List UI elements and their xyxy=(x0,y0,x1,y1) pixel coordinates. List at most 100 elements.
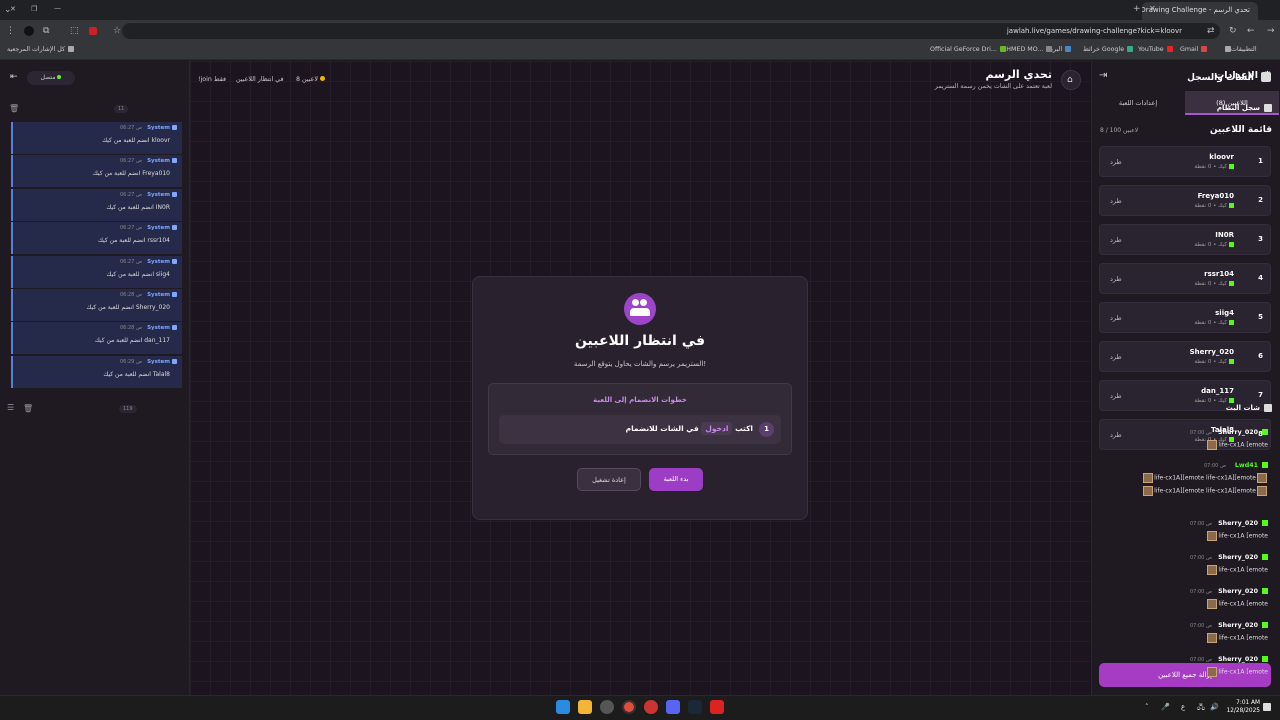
bookmark-star-icon[interactable]: ☆ xyxy=(113,27,121,36)
chat-time: 07:00 ص xyxy=(1189,589,1212,595)
kick-badge-icon xyxy=(1262,656,1268,662)
clock[interactable]: 7:01 AM 12/28/2025 xyxy=(1226,699,1260,715)
kick-button[interactable]: طرد xyxy=(1110,353,1122,361)
bookmark-gmail[interactable]: Gmail xyxy=(1180,46,1208,53)
bookmark-all[interactable]: كل الإشارات المرجعية xyxy=(7,46,75,53)
bookmark-ahmed[interactable]: AHMED MO... xyxy=(1002,46,1053,53)
step-text: اكتب ادخول في الشات للانضمام xyxy=(625,422,753,435)
profile-avatar[interactable] xyxy=(24,26,34,36)
settings-app-icon[interactable] xyxy=(600,700,614,714)
collapse-panel-icon[interactable]: ⇥ xyxy=(1099,70,1107,81)
connection-status: متصل xyxy=(27,71,75,85)
player-number: 5 xyxy=(1258,313,1263,321)
chat-username[interactable]: Sherry_020 xyxy=(1218,656,1258,663)
record-extension-icon[interactable] xyxy=(89,27,97,35)
filter-icon[interactable]: ☰ xyxy=(7,403,14,412)
tab-close-icon[interactable]: ✕ xyxy=(1149,5,1156,13)
chat-username[interactable]: Sherry_020 xyxy=(1218,588,1258,595)
window-minimize-icon[interactable]: — xyxy=(54,5,61,12)
reload-icon[interactable]: ↻ xyxy=(1229,27,1237,36)
players-count: 8 / 100 لاعبين xyxy=(1100,127,1139,134)
player-name: dan_117 xyxy=(1201,387,1234,395)
address-bar[interactable]: jawlah.live/games/drawing-challenge?kick… xyxy=(122,23,1220,39)
restart-button[interactable]: إعادة تشغيل xyxy=(577,468,641,491)
discord-icon[interactable] xyxy=(666,700,680,714)
kick-button[interactable]: طرد xyxy=(1110,197,1122,205)
file-explorer-icon[interactable] xyxy=(578,700,592,714)
extension-icon[interactable]: ⧉ xyxy=(43,27,49,36)
chat-message: Sherry_020 07:00 ص life-cx1A [emote xyxy=(1098,520,1268,544)
collapse-left-icon[interactable]: ⇤ xyxy=(10,72,18,82)
system-icon xyxy=(172,258,177,264)
start-game-button[interactable]: بدء اللعبة xyxy=(649,468,703,491)
chat-panel-title: الشات والسجل xyxy=(1187,73,1254,83)
kick-badge-icon xyxy=(1262,520,1268,526)
volume-icon[interactable]: 🔊 xyxy=(1210,703,1219,711)
browser-tab[interactable]: تحدي الرسم - Drawing Challenge xyxy=(1142,2,1258,20)
system-log-count: 11 xyxy=(114,105,129,113)
clear-chat-icon[interactable]: 🗑 xyxy=(23,404,33,413)
kick-button[interactable]: طرد xyxy=(1110,314,1122,322)
bookmark-maps[interactable]: خرائط Google xyxy=(1083,46,1134,53)
url-text: jawlah.live/games/drawing-challenge?kick… xyxy=(1006,27,1182,35)
site-info-icon[interactable]: ⇄ xyxy=(1207,27,1215,36)
network-icon[interactable]: 🖧 xyxy=(1197,703,1205,714)
extensions-icon[interactable]: ⬚ xyxy=(70,27,79,36)
system-log-entry: System 06:27 ص kloovr انضم للعبة من كيك xyxy=(11,122,182,154)
chat-username[interactable]: Sherry_020 xyxy=(1218,429,1258,436)
chat-message: Sherry_020 07:00 ص life-cx1A [emote xyxy=(1098,429,1268,453)
player-card: 1 kloovr كيك • 0 نقطة طرد xyxy=(1099,146,1271,177)
tray-chevron-icon[interactable]: ˄ xyxy=(1145,703,1149,711)
emote-image xyxy=(1207,531,1218,541)
chat-username[interactable]: Sherry_020 xyxy=(1218,520,1258,527)
chat-time: 07:00 ص xyxy=(1189,623,1212,629)
system-message: kloovr انضم للعبة من كيك xyxy=(102,137,170,144)
system-icon xyxy=(172,292,177,297)
new-tab-icon[interactable]: + xyxy=(1133,5,1141,14)
bookmark-apps[interactable]: التطبيقات xyxy=(1222,46,1257,53)
kick-button[interactable]: طرد xyxy=(1110,275,1122,283)
window-restore-icon[interactable]: ❐ xyxy=(31,6,37,13)
kick-button[interactable]: طرد xyxy=(1110,236,1122,244)
menu-icon[interactable]: ⋮ xyxy=(6,27,15,36)
obs-icon[interactable] xyxy=(644,700,658,714)
language-indicator[interactable]: ع xyxy=(1181,703,1185,711)
bookmark-youtube[interactable]: YouTube xyxy=(1138,46,1173,53)
kick-button[interactable]: طرد xyxy=(1110,392,1122,400)
bookmark-geforce[interactable]: Official GeForce Dri... xyxy=(930,46,1006,53)
player-name: IN0R xyxy=(1215,231,1234,239)
system-time: 06:27 ص xyxy=(119,258,142,265)
kick-badge-icon xyxy=(1262,462,1268,468)
chat-time: 07:00 ص xyxy=(1189,430,1212,436)
forward-icon[interactable]: ← xyxy=(1247,27,1255,36)
home-button[interactable]: ⌂ xyxy=(1061,70,1081,90)
kick-button[interactable]: طرد xyxy=(1110,158,1122,166)
notifications-icon[interactable] xyxy=(1263,703,1271,711)
chat-username[interactable]: Lwd41 xyxy=(1235,462,1258,469)
back-icon[interactable]: → xyxy=(1267,27,1275,36)
recorder-icon[interactable] xyxy=(710,700,724,714)
window-close-icon[interactable]: ✕ xyxy=(10,6,16,13)
system-time: 06:28 ص xyxy=(119,325,142,332)
chat-text: life-cx1A [emote xyxy=(1206,565,1268,575)
system-name: System xyxy=(147,191,170,198)
chat-username[interactable]: Sherry_020 xyxy=(1218,554,1258,561)
player-number: 7 xyxy=(1258,391,1263,399)
players-status: 8 لاعبين xyxy=(296,76,325,83)
chrome-icon[interactable] xyxy=(622,700,636,714)
mic-icon[interactable]: 🎤 xyxy=(1161,703,1170,711)
system-name: System xyxy=(147,325,170,332)
players-list-title: قائمة اللاعبين xyxy=(1209,125,1272,135)
join-step: 1 اكتب ادخول في الشات للانضمام xyxy=(499,415,781,444)
system-time: 06:27 ص xyxy=(119,158,142,165)
emote-image xyxy=(1143,486,1154,496)
trash-icon[interactable]: 🗑 xyxy=(9,104,19,113)
stream-chat-title: شات البث xyxy=(1225,404,1260,412)
system-log-entry: System 06:29 ص Talal8 انضم للعبة من كيك xyxy=(11,355,182,388)
steam-icon[interactable] xyxy=(688,700,702,714)
system-log-icon xyxy=(1264,104,1272,112)
join-only: !join فقط xyxy=(198,76,227,83)
chat-username[interactable]: Sherry_020 xyxy=(1218,622,1258,629)
tab-game-settings[interactable]: إعدادات اللعبة xyxy=(1091,91,1185,115)
start-icon[interactable] xyxy=(556,700,570,714)
